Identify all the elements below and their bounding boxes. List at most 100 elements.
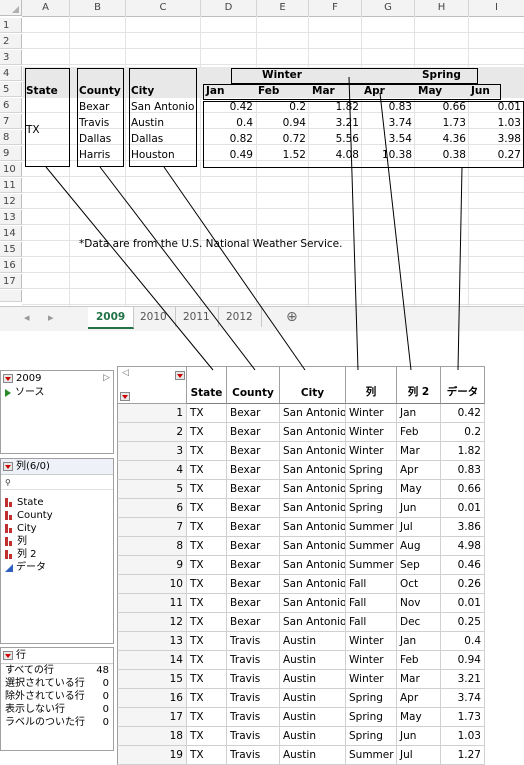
cell-county[interactable]: Bexar — [227, 518, 280, 537]
value-cell[interactable]: 0.94 — [256, 116, 306, 131]
row-number[interactable]: 12 — [117, 613, 187, 632]
cell-state[interactable]: TX — [187, 537, 227, 556]
run-script-icon[interactable] — [5, 388, 11, 397]
column-search-field[interactable]: ⚲ — [1, 475, 113, 490]
cell-state[interactable]: TX — [187, 689, 227, 708]
value-cell[interactable]: 0.2 — [256, 100, 306, 115]
city-cell[interactable]: Austin — [131, 116, 164, 131]
row-number[interactable]: 3 — [117, 442, 187, 461]
row-header[interactable] — [0, 290, 22, 302]
value-cell[interactable]: 0.83 — [361, 100, 412, 115]
row-number[interactable]: 14 — [117, 651, 187, 670]
col-header-retsu[interactable]: 列 — [346, 366, 397, 404]
cell-retsu[interactable]: Summer — [346, 518, 397, 537]
cell-city[interactable]: Austin — [280, 689, 346, 708]
city-cell[interactable]: Dallas — [131, 132, 163, 147]
cell-data[interactable]: 0.94 — [441, 651, 485, 670]
cell-retsu2[interactable]: Apr — [397, 461, 441, 480]
value-cell[interactable]: 0.66 — [414, 100, 466, 115]
county-cell[interactable]: Dallas — [79, 132, 111, 147]
cell-state[interactable]: TX — [187, 575, 227, 594]
cell-state[interactable]: TX — [187, 613, 227, 632]
row-header[interactable]: 2 — [0, 34, 22, 49]
value-cell[interactable]: 3.74 — [361, 116, 412, 131]
cell-city[interactable]: San Antonio — [280, 575, 346, 594]
cell-county[interactable]: Bexar — [227, 556, 280, 575]
cell-retsu[interactable]: Winter — [346, 404, 397, 423]
cell-retsu2[interactable]: Jan — [397, 632, 441, 651]
row-number[interactable]: 11 — [117, 594, 187, 613]
cell-county[interactable]: Travis — [227, 670, 280, 689]
row-number[interactable]: 18 — [117, 727, 187, 746]
cell-retsu2[interactable]: Nov — [397, 594, 441, 613]
cell-county[interactable]: Travis — [227, 746, 280, 765]
source-script[interactable]: ソース — [1, 386, 113, 399]
value-cell[interactable]: 0.42 — [203, 100, 253, 115]
sheet-tab-2009[interactable]: 2009 — [88, 307, 135, 329]
row-number[interactable]: 1 — [117, 404, 187, 423]
cell-data[interactable]: 0.4 — [441, 632, 485, 651]
red-triangle-menu-icon[interactable] — [3, 462, 13, 471]
cell-retsu[interactable]: Winter — [346, 651, 397, 670]
cell-city[interactable]: San Antonio — [280, 594, 346, 613]
red-triangle-menu-icon[interactable] — [3, 374, 13, 383]
col-header-city[interactable]: City — [280, 366, 346, 404]
cell-data[interactable]: 1.73 — [441, 708, 485, 727]
city-cell[interactable]: Houston — [131, 148, 175, 163]
value-cell[interactable]: 3.54 — [361, 132, 412, 147]
cell-county[interactable]: Bexar — [227, 613, 280, 632]
row-header[interactable]: 12 — [0, 194, 22, 209]
cell-data[interactable]: 0.46 — [441, 556, 485, 575]
cell-retsu2[interactable]: Mar — [397, 442, 441, 461]
cell-data[interactable]: 0.83 — [441, 461, 485, 480]
row-header[interactable]: 9 — [0, 146, 22, 161]
cell-data[interactable]: 1.03 — [441, 727, 485, 746]
collapse-arrow-icon[interactable]: ▷ — [103, 371, 110, 386]
row-header[interactable]: 17 — [0, 274, 22, 289]
cell-city[interactable]: San Antonio — [280, 518, 346, 537]
select-all-corner[interactable] — [0, 0, 22, 16]
row-header[interactable]: 8 — [0, 130, 22, 145]
row-number[interactable]: 8 — [117, 537, 187, 556]
cell-data[interactable]: 0.66 — [441, 480, 485, 499]
row-header[interactable]: 7 — [0, 114, 22, 129]
cell-retsu2[interactable]: Oct — [397, 575, 441, 594]
col-header-i[interactable]: I — [469, 0, 524, 17]
col-header-state[interactable]: State — [187, 366, 227, 404]
cell-county[interactable]: Bexar — [227, 461, 280, 480]
col-header-data[interactable]: データ — [441, 366, 485, 404]
cell-state[interactable]: TX — [187, 727, 227, 746]
value-cell[interactable]: 0.01 — [468, 100, 521, 115]
cell-retsu2[interactable]: Aug — [397, 537, 441, 556]
value-cell[interactable]: 3.98 — [468, 132, 521, 147]
row-number[interactable]: 15 — [117, 670, 187, 689]
cell-data[interactable]: 0.42 — [441, 404, 485, 423]
value-cell[interactable]: 10.38 — [361, 148, 412, 163]
cell-county[interactable]: Travis — [227, 727, 280, 746]
column-item-city[interactable]: City — [1, 522, 113, 535]
cell-data[interactable]: 0.01 — [441, 499, 485, 518]
cell-city[interactable]: Austin — [280, 632, 346, 651]
sheet-tab-2012[interactable]: 2012 — [218, 307, 262, 327]
cell-city[interactable]: San Antonio — [280, 423, 346, 442]
row-header[interactable]: 1 — [0, 18, 22, 33]
cell-county[interactable]: Bexar — [227, 442, 280, 461]
cell-city[interactable]: San Antonio — [280, 461, 346, 480]
grid-corner[interactable]: ◁ — [117, 366, 187, 404]
cell-retsu[interactable]: Fall — [346, 613, 397, 632]
cell-state[interactable]: TX — [187, 632, 227, 651]
cell-city[interactable]: San Antonio — [280, 480, 346, 499]
cell-retsu2[interactable]: Feb — [397, 651, 441, 670]
cell-data[interactable]: 3.21 — [441, 670, 485, 689]
cell-county[interactable]: Bexar — [227, 480, 280, 499]
cell-state[interactable]: TX — [187, 746, 227, 765]
col-header-g[interactable]: G — [362, 0, 415, 17]
add-sheet-icon[interactable]: ⊕ — [286, 309, 298, 325]
row-header[interactable]: 13 — [0, 210, 22, 225]
cell-city[interactable]: Austin — [280, 651, 346, 670]
cell-county[interactable]: Bexar — [227, 404, 280, 423]
value-cell[interactable]: 1.82 — [308, 100, 359, 115]
cell-retsu2[interactable]: Feb — [397, 423, 441, 442]
cell-state[interactable]: TX — [187, 442, 227, 461]
row-header[interactable]: 10 — [0, 162, 22, 177]
